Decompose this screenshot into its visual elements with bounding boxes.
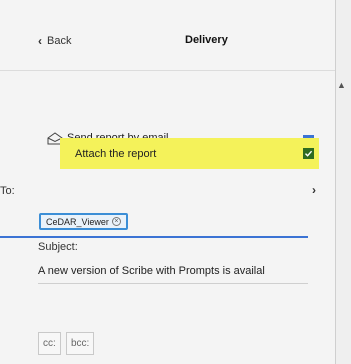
- delivery-panel: ‹ Back Delivery Send report by email Att…: [0, 0, 336, 364]
- back-label: Back: [47, 35, 72, 47]
- scrollbar-track[interactable]: [336, 0, 351, 364]
- back-button[interactable]: ‹ Back: [38, 33, 72, 48]
- subject-label: Subject:: [38, 241, 78, 253]
- bcc-button[interactable]: bcc:: [66, 332, 95, 355]
- recipient-name: CeDAR_Viewer: [46, 216, 109, 227]
- close-circle-icon[interactable]: ×: [111, 217, 121, 226]
- recipient-chip[interactable]: CeDAR_Viewer ×: [39, 213, 128, 230]
- cc-button[interactable]: cc:: [38, 332, 61, 355]
- subject-input[interactable]: [38, 258, 308, 284]
- attach-report-row[interactable]: Attach the report: [60, 138, 319, 169]
- chevron-left-icon: ‹: [38, 33, 42, 48]
- page-title: Delivery: [185, 34, 228, 46]
- scroll-up-icon[interactable]: ▲: [337, 80, 346, 90]
- attach-report-label: Attach the report: [75, 148, 157, 160]
- attach-report-checkbox[interactable]: [303, 148, 314, 159]
- to-recipients-field[interactable]: CeDAR_Viewer ×: [0, 208, 308, 238]
- chevron-right-icon[interactable]: ›: [312, 183, 316, 197]
- to-label: To:: [0, 185, 15, 197]
- panel-header: ‹ Back Delivery: [0, 0, 335, 71]
